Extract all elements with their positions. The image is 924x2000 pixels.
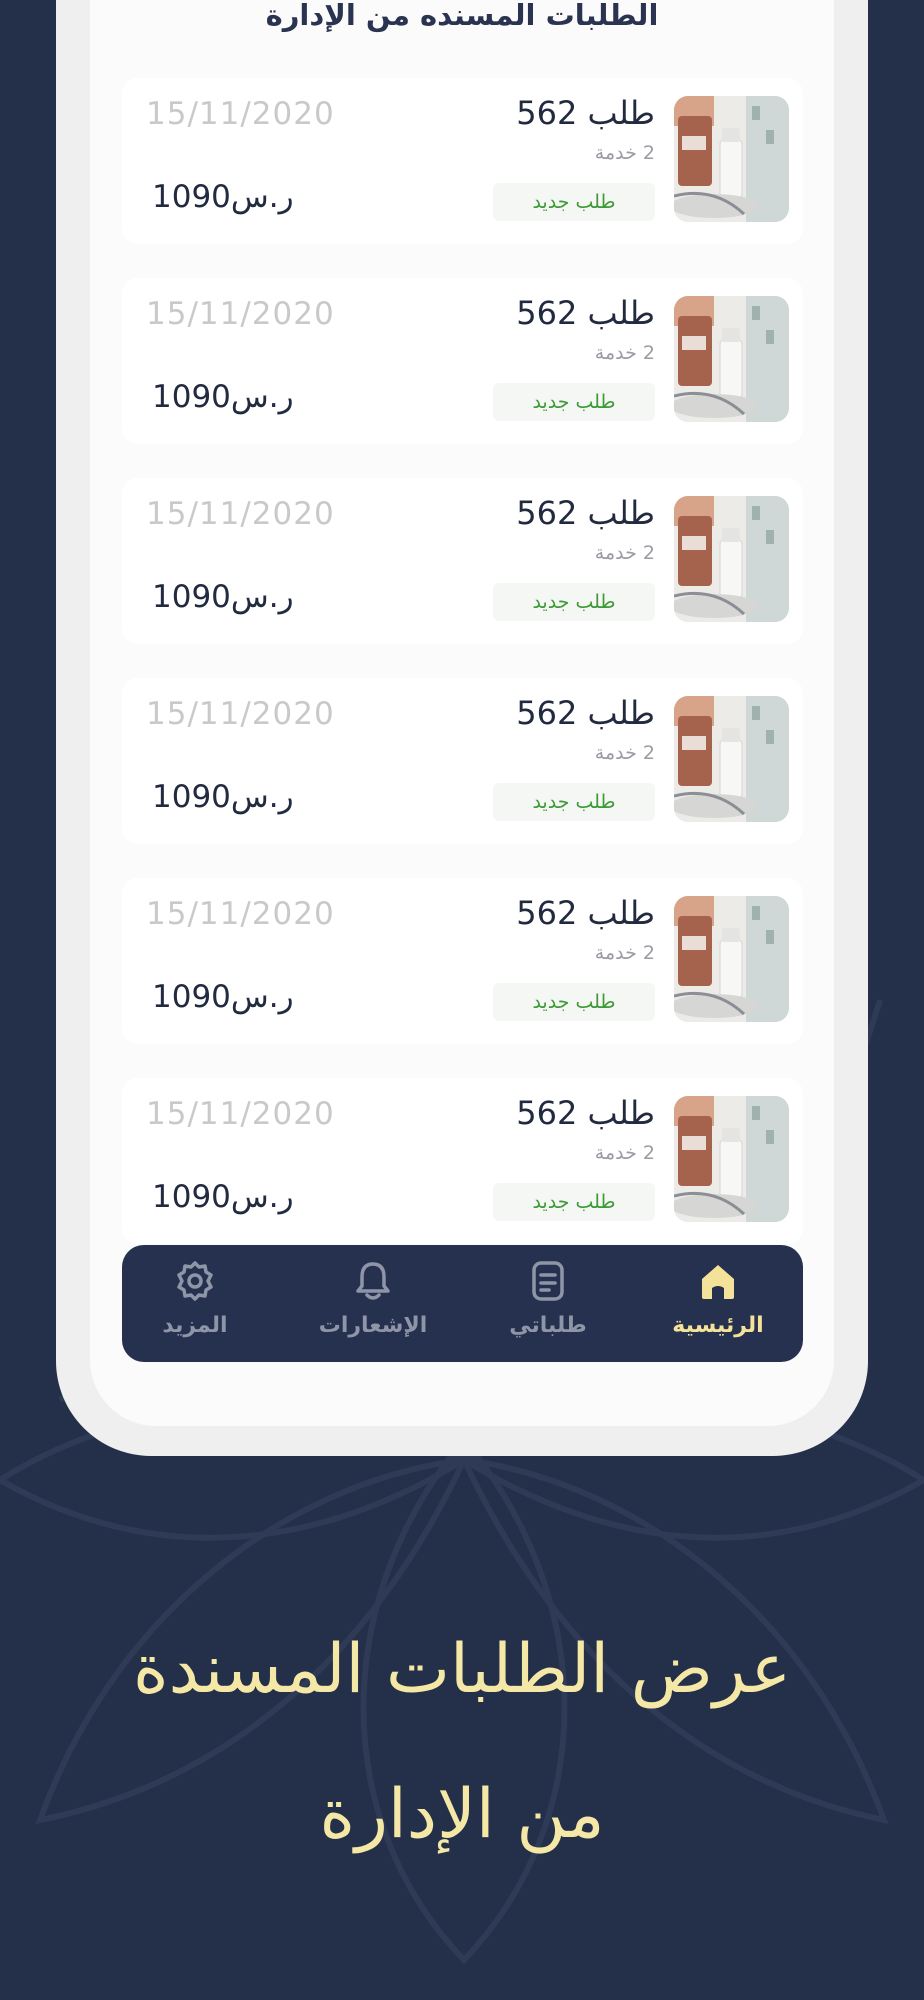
nav-item-notifications[interactable]: الإشعارات bbox=[293, 1259, 453, 1351]
order-card[interactable]: طلب 562 2 خدمة طلب جديد 15/11/2020 1090ر… bbox=[122, 78, 803, 244]
order-services-count: 2 خدمة bbox=[594, 942, 655, 964]
order-date: 15/11/2020 bbox=[146, 96, 335, 132]
order-title: طلب 562 bbox=[516, 694, 655, 732]
order-price: 1090ر.س bbox=[152, 1179, 294, 1215]
order-date: 15/11/2020 bbox=[146, 496, 335, 532]
nav-label: المزيد bbox=[162, 1313, 228, 1338]
order-services-count: 2 خدمة bbox=[594, 342, 655, 364]
order-thumbnail bbox=[674, 696, 789, 822]
order-card[interactable]: طلب 562 2 خدمة طلب جديد 15/11/2020 1090ر… bbox=[122, 478, 803, 644]
order-title: طلب 562 bbox=[516, 1094, 655, 1132]
order-thumbnail bbox=[674, 496, 789, 622]
nav-label: الإشعارات bbox=[318, 1313, 428, 1338]
order-title: طلب 562 bbox=[516, 894, 655, 932]
order-services-count: 2 خدمة bbox=[594, 742, 655, 764]
order-price: 1090ر.س bbox=[152, 379, 294, 415]
order-card[interactable]: طلب 562 2 خدمة طلب جديد 15/11/2020 1090ر… bbox=[122, 278, 803, 444]
promo-caption-line2: من الإدارة bbox=[319, 1775, 605, 1854]
orders-icon bbox=[532, 1261, 564, 1301]
order-services-count: 2 خدمة bbox=[594, 1142, 655, 1164]
nav-item-home[interactable]: الرئيسية bbox=[653, 1259, 783, 1351]
order-thumbnail bbox=[674, 96, 789, 222]
home-icon bbox=[702, 1265, 734, 1299]
order-title: طلب 562 bbox=[516, 94, 655, 132]
order-price: 1090ر.س bbox=[152, 979, 294, 1015]
order-card[interactable]: طلب 562 2 خدمة طلب جديد 15/11/2020 1090ر… bbox=[122, 878, 803, 1044]
status-badge: طلب جديد bbox=[493, 383, 655, 421]
order-title: طلب 562 bbox=[516, 494, 655, 532]
status-badge: طلب جديد bbox=[493, 183, 655, 221]
status-badge: طلب جديد bbox=[493, 783, 655, 821]
order-price: 1090ر.س bbox=[152, 179, 294, 215]
promo-caption-line1: عرض الطلبات المسندة bbox=[132, 1630, 792, 1709]
nav-item-orders[interactable]: طلباتي bbox=[483, 1259, 613, 1351]
status-badge: طلب جديد bbox=[493, 983, 655, 1021]
order-date: 15/11/2020 bbox=[146, 896, 335, 932]
status-badge: طلب جديد bbox=[493, 1183, 655, 1221]
order-services-count: 2 خدمة bbox=[594, 142, 655, 164]
order-card[interactable]: طلب 562 2 خدمة طلب جديد 15/11/2020 1090ر… bbox=[122, 678, 803, 844]
nav-label: الرئيسية bbox=[672, 1313, 764, 1338]
nav-label: طلباتي bbox=[509, 1313, 587, 1338]
order-date: 15/11/2020 bbox=[146, 296, 335, 332]
order-date: 15/11/2020 bbox=[146, 1096, 335, 1132]
gear-icon bbox=[177, 1261, 213, 1301]
order-services-count: 2 خدمة bbox=[594, 542, 655, 564]
order-thumbnail bbox=[674, 1096, 789, 1222]
page-title: الطلبات المسنده من الإدارة bbox=[265, 0, 659, 32]
nav-item-more[interactable]: المزيد bbox=[130, 1259, 260, 1351]
order-thumbnail bbox=[674, 296, 789, 422]
order-price: 1090ر.س bbox=[152, 579, 294, 615]
order-price: 1090ر.س bbox=[152, 779, 294, 815]
order-date: 15/11/2020 bbox=[146, 696, 335, 732]
bottom-nav: الرئيسية طلباتي الإشعارات المزيد bbox=[122, 1245, 803, 1362]
order-thumbnail bbox=[674, 896, 789, 1022]
bell-icon bbox=[356, 1262, 390, 1300]
order-card[interactable]: طلب 562 2 خدمة طلب جديد 15/11/2020 1090ر… bbox=[122, 1078, 803, 1244]
status-badge: طلب جديد bbox=[493, 583, 655, 621]
order-title: طلب 562 bbox=[516, 294, 655, 332]
